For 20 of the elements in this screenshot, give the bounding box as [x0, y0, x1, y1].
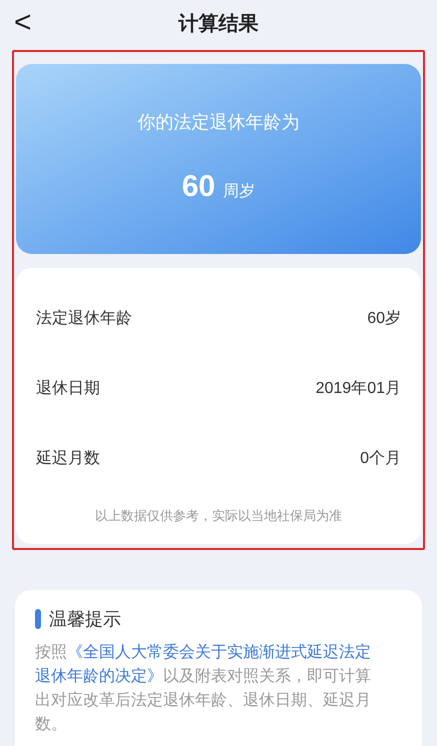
- page-title: 计算结果: [178, 12, 258, 37]
- tip-text: 按照: [35, 644, 67, 660]
- detail-label: 退休日期: [36, 378, 100, 399]
- age-unit: 周岁: [223, 182, 256, 202]
- detail-value: 0个月: [360, 449, 401, 469]
- law-title-link[interactable]: 退休年龄的决定》: [35, 668, 163, 684]
- law-title-link[interactable]: 《全国人大常委会关于实施渐进式延迟法定: [67, 644, 371, 660]
- tip-text: 数。: [35, 716, 67, 732]
- detail-label: 法定退休年龄: [36, 308, 132, 329]
- detail-value: 2019年01月: [316, 379, 401, 399]
- disclaimer-note: 以上数据仅供参考，实际以当地社保局为准: [94, 507, 343, 525]
- tip-title: 温馨提示: [49, 608, 121, 630]
- tip-text: 出对应改革后法定退休年龄、退休日期、延迟月: [35, 692, 371, 708]
- detail-label: 延迟月数: [36, 448, 100, 469]
- age-value: 60: [182, 169, 216, 205]
- back-button[interactable]: <: [14, 6, 32, 40]
- detail-value: 60岁: [367, 309, 401, 329]
- accent-bar-icon: [35, 609, 41, 629]
- tip-text: 以及附表对照关系，即可计算: [163, 668, 371, 684]
- result-caption: 你的法定退休年龄为: [138, 111, 300, 134]
